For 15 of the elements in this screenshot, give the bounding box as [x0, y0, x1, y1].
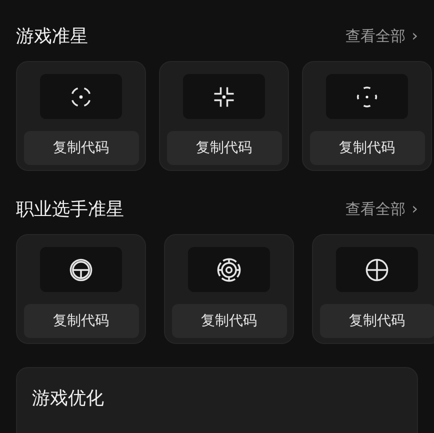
crosshair-icon — [354, 84, 380, 110]
copy-code-button[interactable]: 复制代码 — [24, 131, 138, 165]
view-all-link[interactable]: 查看全部 › — [346, 24, 418, 48]
copy-code-button[interactable]: 复制代码 — [310, 131, 424, 165]
copy-code-button[interactable]: 复制代码 — [24, 304, 138, 338]
crosshair-icon — [216, 256, 242, 282]
copy-code-button[interactable]: 复制代码 — [172, 304, 286, 338]
section-title: 游戏准星 — [16, 24, 88, 48]
copy-code-button[interactable]: 复制代码 — [166, 131, 282, 165]
copy-code-button[interactable]: 复制代码 — [320, 304, 434, 338]
crosshair-icon — [68, 256, 94, 282]
view-all-link[interactable]: 查看全部 › — [346, 197, 418, 221]
crosshair-icon — [364, 256, 390, 282]
panel-title: 游戏优化 — [32, 388, 104, 409]
section-title: 职业选手准星 — [16, 198, 124, 222]
